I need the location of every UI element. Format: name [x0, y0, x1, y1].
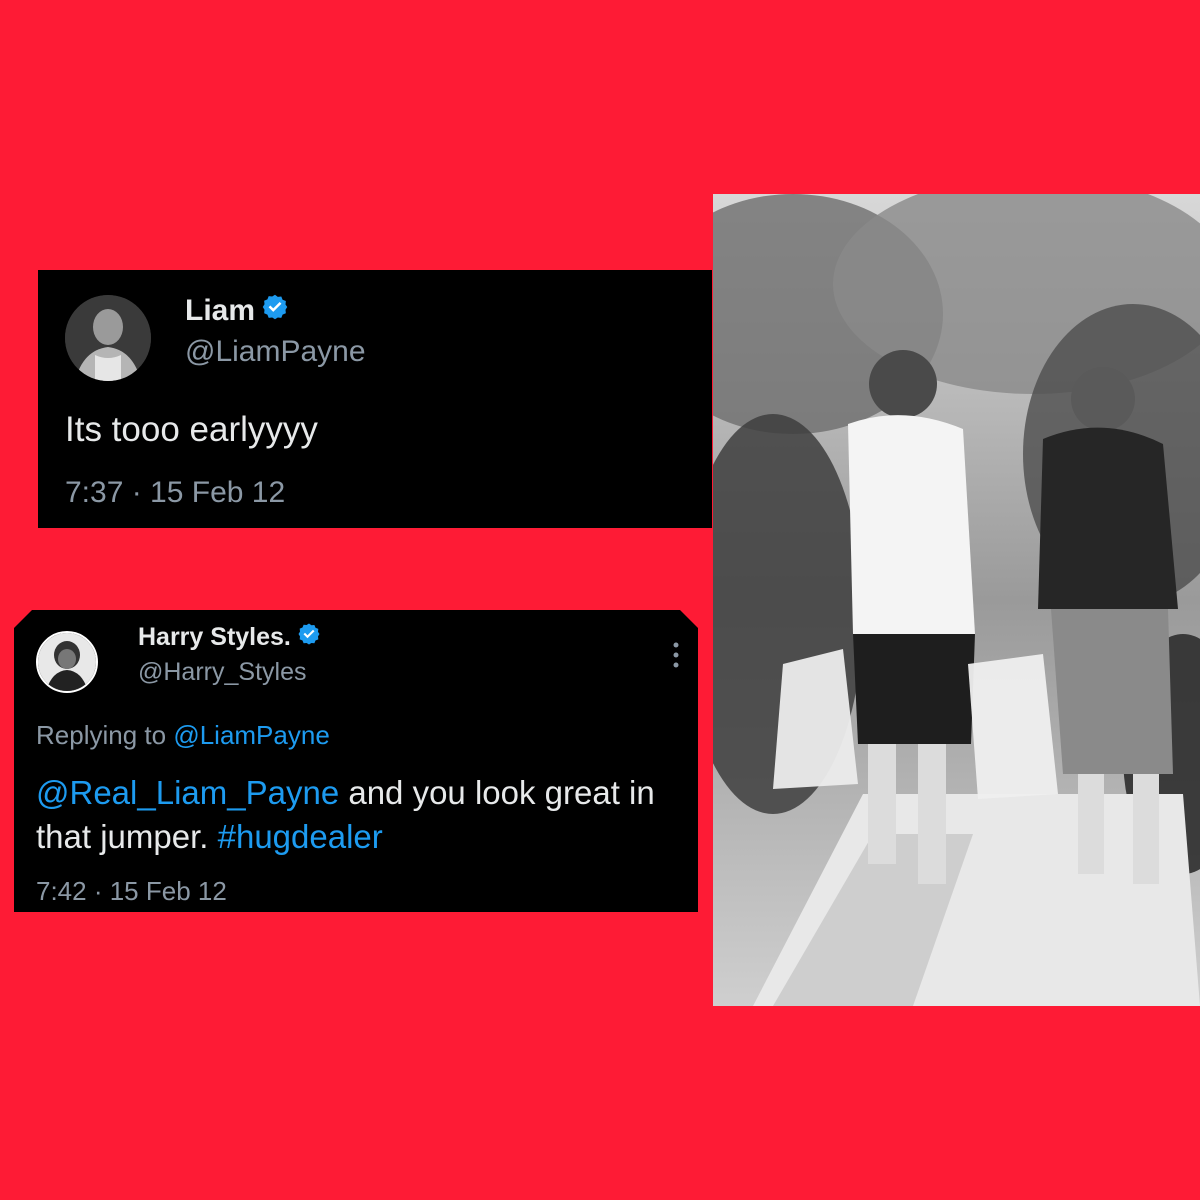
display-name[interactable]: Harry Styles. — [138, 622, 321, 653]
photo — [713, 194, 1200, 1006]
replying-prefix: Replying to — [36, 720, 174, 750]
tweet-text-line1: and you look great in — [339, 774, 655, 811]
tweet-text: @Real_Liam_Payne and you look great in — [36, 774, 655, 812]
replying-handle-link[interactable]: @LiamPayne — [173, 720, 329, 750]
tweet-card-harry[interactable]: Harry Styles. @Harry_Styles Replying to … — [14, 610, 698, 912]
avatar[interactable] — [36, 631, 98, 693]
tweet-text-line2-plain: that jumper. — [36, 818, 218, 855]
display-name[interactable]: Liam — [185, 293, 289, 329]
verified-badge-icon — [261, 293, 289, 329]
mention-link[interactable]: @Real_Liam_Payne — [36, 774, 339, 811]
timestamp[interactable]: 7:42 · 15 Feb 12 — [36, 876, 227, 907]
tweet-text: Its tooo earlyyyy — [65, 410, 318, 449]
handle[interactable]: @LiamPayne — [185, 335, 366, 369]
tweet-text-line2: that jumper. #hugdealer — [36, 818, 383, 856]
handle[interactable]: @Harry_Styles — [138, 658, 306, 687]
replying-to: Replying to @LiamPayne — [36, 720, 330, 751]
timestamp[interactable]: 7:37 · 15 Feb 12 — [65, 476, 285, 510]
hashtag-link[interactable]: #hugdealer — [218, 818, 383, 855]
tweet-card-liam[interactable]: Liam @LiamPayne Its tooo earlyyyy 7:37 ·… — [38, 270, 712, 528]
avatar[interactable] — [65, 295, 151, 381]
more-options-icon[interactable] — [668, 640, 684, 670]
verified-badge-icon — [297, 622, 321, 653]
